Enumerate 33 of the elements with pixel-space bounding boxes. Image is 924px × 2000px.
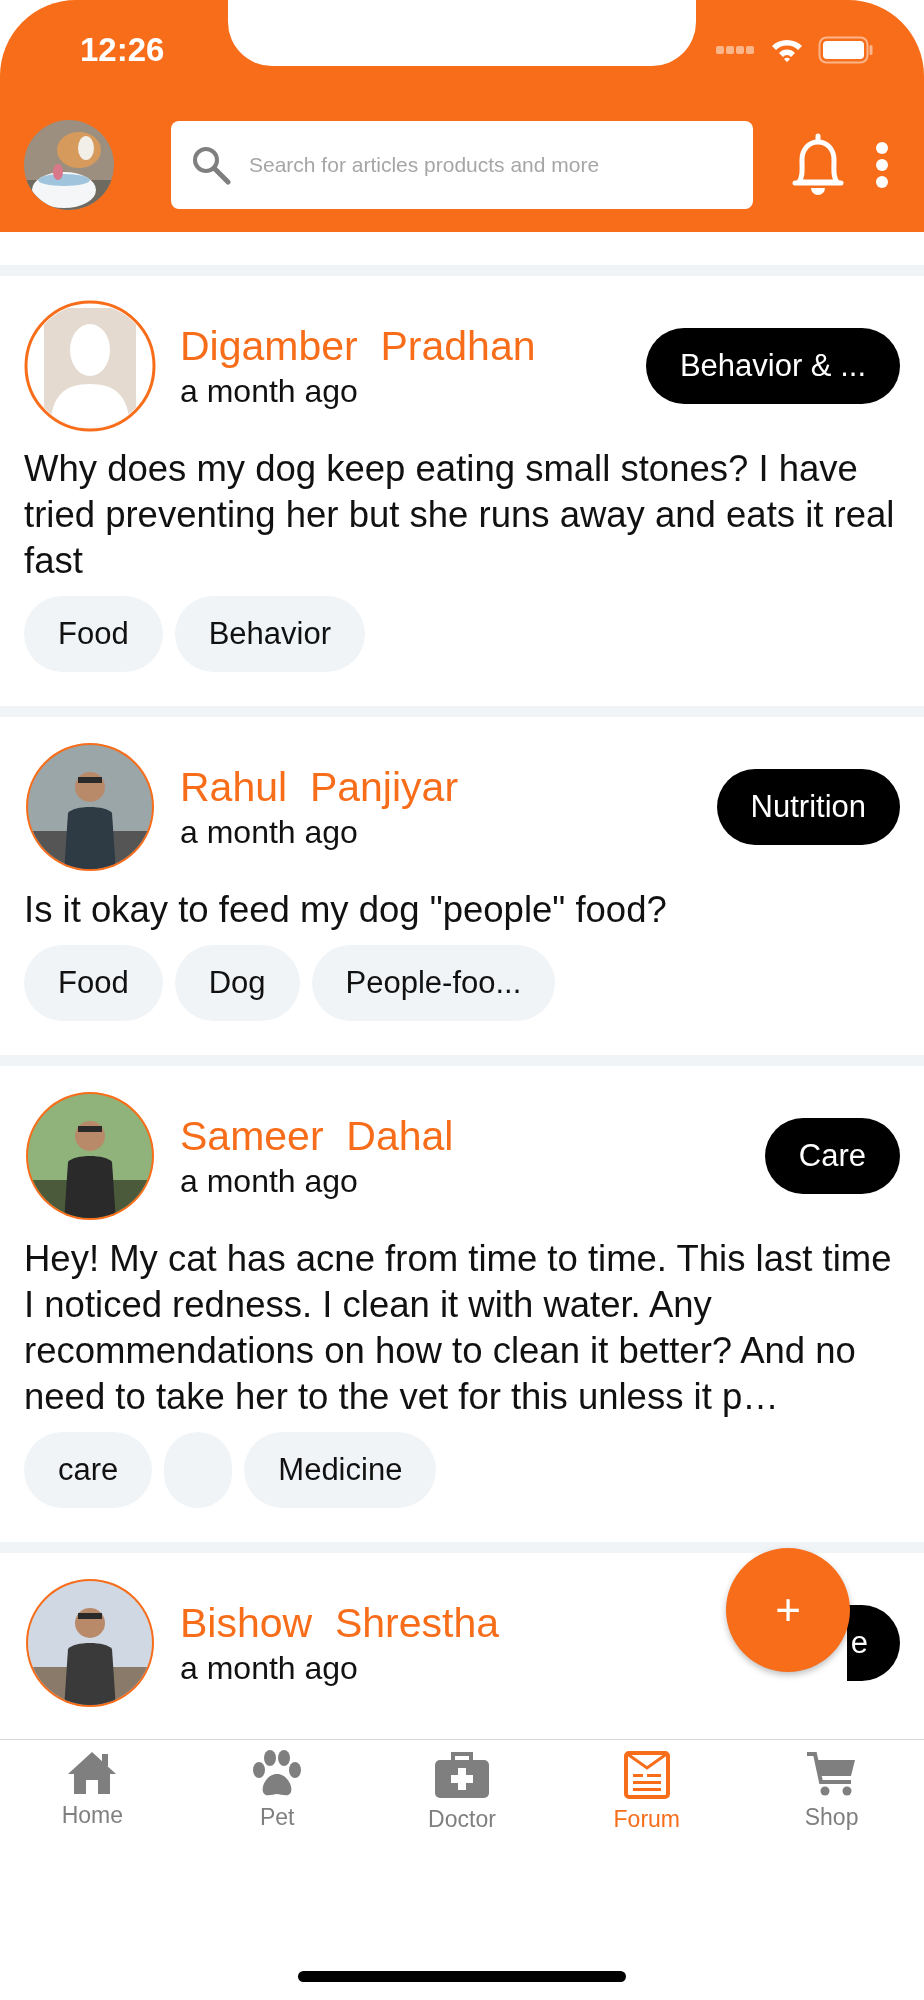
category-badge[interactable]: e <box>846 1605 900 1681</box>
tag-chip[interactable]: People-foo... <box>311 945 556 1021</box>
avatar-placeholder-icon <box>24 300 156 432</box>
tag-chip[interactable]: Food <box>24 596 163 672</box>
tag-chip[interactable]: Behavior <box>174 596 366 672</box>
search-icon <box>191 145 231 185</box>
nav-tab[interactable]: Pet <box>184 1740 370 1833</box>
post-time: a month ago <box>180 372 358 411</box>
medical-kit-icon <box>433 1750 491 1800</box>
post-time: a month ago <box>180 813 358 852</box>
post-text[interactable]: Hey! My cat has acne from time to time. This last time I noticed redness. I clean it with water. Any recommendations on how to clean it better? And no need to take her to the vet for this unless it p… <box>24 1236 900 1420</box>
status-time: 12:26 <box>80 31 165 69</box>
post-text[interactable]: Why does my dog keep eating small stones? I have tried preventing her but she runs away and eats it real fast <box>24 446 900 584</box>
category-badge[interactable]: Behavior & ... <box>645 328 900 404</box>
search-field[interactable]: Search for articles products and more <box>171 121 753 209</box>
category-badge[interactable]: Nutrition <box>716 769 900 845</box>
newsletter-icon <box>622 1750 671 1800</box>
wifi-icon <box>770 37 804 63</box>
category-badge[interactable]: Care <box>764 1118 900 1194</box>
tag-chip[interactable]: Medicine <box>244 1432 437 1508</box>
nav-tab[interactable]: Doctor <box>369 1740 555 1833</box>
tag-chip[interactable]: Dog <box>174 945 300 1021</box>
post-time: a month ago <box>180 1649 358 1688</box>
post-time: a month ago <box>180 1162 358 1201</box>
signal-icon <box>716 45 756 55</box>
paw-icon <box>251 1750 304 1798</box>
tag-chip[interactable]: Food <box>24 945 163 1021</box>
post-text[interactable]: Is it okay to feed my dog "people" food? <box>24 887 900 933</box>
nav-tab[interactable]: Home <box>0 1740 185 1833</box>
nav-tab[interactable]: Shop <box>739 1740 924 1833</box>
more-options-icon[interactable] <box>875 141 889 189</box>
tag-chip[interactable]: care <box>24 1432 153 1508</box>
battery-icon <box>818 36 874 64</box>
